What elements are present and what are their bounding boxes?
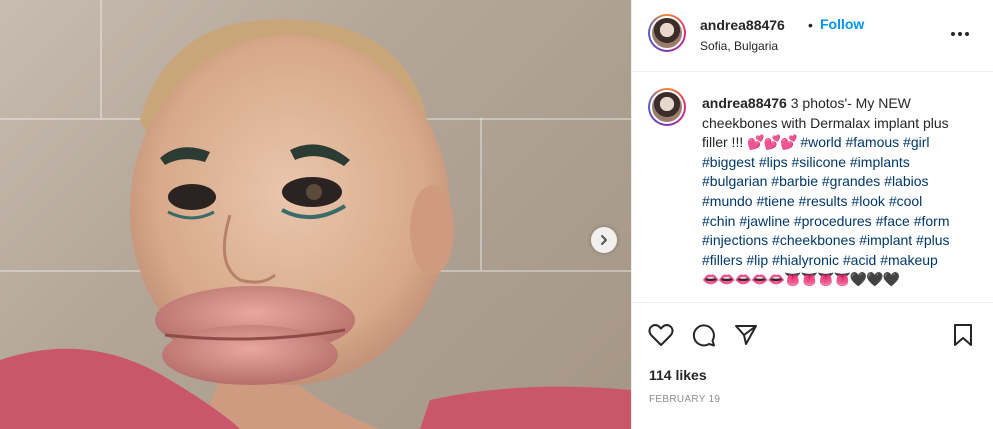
hashtag-link[interactable]: #biggest	[702, 154, 755, 170]
hashtag-link[interactable]: #form	[914, 213, 950, 229]
hashtag-link[interactable]: #grandes	[822, 173, 880, 189]
caption-emojis: 💕💕💕	[747, 134, 797, 151]
hashtag-link[interactable]: #implants	[850, 154, 910, 170]
caption-text: andrea88476 3 photos'- My NEW cheekbones…	[702, 94, 958, 290]
post-header: andrea88476 • Follow Sofia, Bulgaria	[632, 0, 993, 72]
follow-button[interactable]: Follow	[820, 16, 864, 32]
more-horizontal-icon	[951, 32, 969, 36]
hashtag-link[interactable]: #world	[800, 134, 841, 150]
selfie-illustration	[0, 19, 631, 429]
hashtag-link[interactable]: #girl	[903, 134, 929, 150]
hashtag-link[interactable]: #lip	[746, 252, 768, 268]
hashtag-link[interactable]: #famous	[845, 134, 899, 150]
hashtag-link[interactable]: #injections	[702, 232, 768, 248]
comment-icon	[692, 324, 715, 347]
action-bar: 114 likes February 19	[632, 302, 993, 429]
heart-icon	[648, 324, 674, 346]
hashtag-link[interactable]: #labios	[884, 173, 928, 189]
hashtag-link[interactable]: #plus	[916, 232, 949, 248]
post-date[interactable]: February 19	[649, 394, 720, 405]
post-details-panel: andrea88476 • Follow Sofia, Bulgaria and…	[631, 0, 993, 429]
header-username-link[interactable]: andrea88476	[700, 17, 785, 33]
hashtag-link[interactable]: #lips	[759, 154, 788, 170]
bookmark-icon	[954, 324, 972, 346]
separator-dot: •	[808, 17, 813, 33]
comment-button[interactable]	[692, 323, 716, 352]
hashtag-link[interactable]: #cool	[889, 193, 922, 209]
save-button[interactable]	[952, 323, 974, 352]
hashtag-link[interactable]: #bulgarian	[702, 173, 767, 189]
hashtag-link[interactable]: #chin	[702, 213, 735, 229]
hashtag-link[interactable]: #hialyronic	[772, 252, 839, 268]
caption-username-link[interactable]: andrea88476	[702, 95, 787, 111]
hashtag-link[interactable]: #barbie	[771, 173, 818, 189]
avatar[interactable]	[648, 14, 686, 52]
post-photo[interactable]	[0, 0, 631, 429]
hashtag-link[interactable]: #jawline	[739, 213, 790, 229]
next-photo-button[interactable]	[591, 227, 617, 253]
caption-trailing-emojis: 👄👄👄👄👄👅👅👅👅🖤🖤🖤	[702, 271, 900, 288]
hashtag-list: #world #famous #girl #biggest #lips #sil…	[702, 134, 950, 268]
chevron-right-icon	[601, 235, 607, 245]
hashtag-link[interactable]: #acid	[843, 252, 876, 268]
hashtag-link[interactable]: #implant	[859, 232, 912, 248]
hashtag-link[interactable]: #results	[799, 193, 848, 209]
send-icon	[735, 325, 757, 345]
hashtag-link[interactable]: #makeup	[880, 252, 938, 268]
hashtag-link[interactable]: #fillers	[702, 252, 742, 268]
hashtag-link[interactable]: #face	[876, 213, 910, 229]
like-button[interactable]	[648, 323, 674, 352]
share-button[interactable]	[734, 323, 758, 352]
location-link[interactable]: Sofia, Bulgaria	[700, 39, 778, 53]
hashtag-link[interactable]: #look	[851, 193, 884, 209]
caption-section: andrea88476 3 photos'- My NEW cheekbones…	[632, 72, 993, 302]
more-options-button[interactable]	[950, 24, 970, 42]
hashtag-link[interactable]: #mundo	[702, 193, 753, 209]
hashtag-link[interactable]: #silicone	[792, 154, 846, 170]
hashtag-link[interactable]: #cheekbones	[772, 232, 855, 248]
hashtag-link[interactable]: #tiene	[756, 193, 794, 209]
avatar[interactable]	[648, 88, 686, 126]
hashtag-link[interactable]: #procedures	[794, 213, 872, 229]
likes-count[interactable]: 114 likes	[649, 367, 707, 383]
